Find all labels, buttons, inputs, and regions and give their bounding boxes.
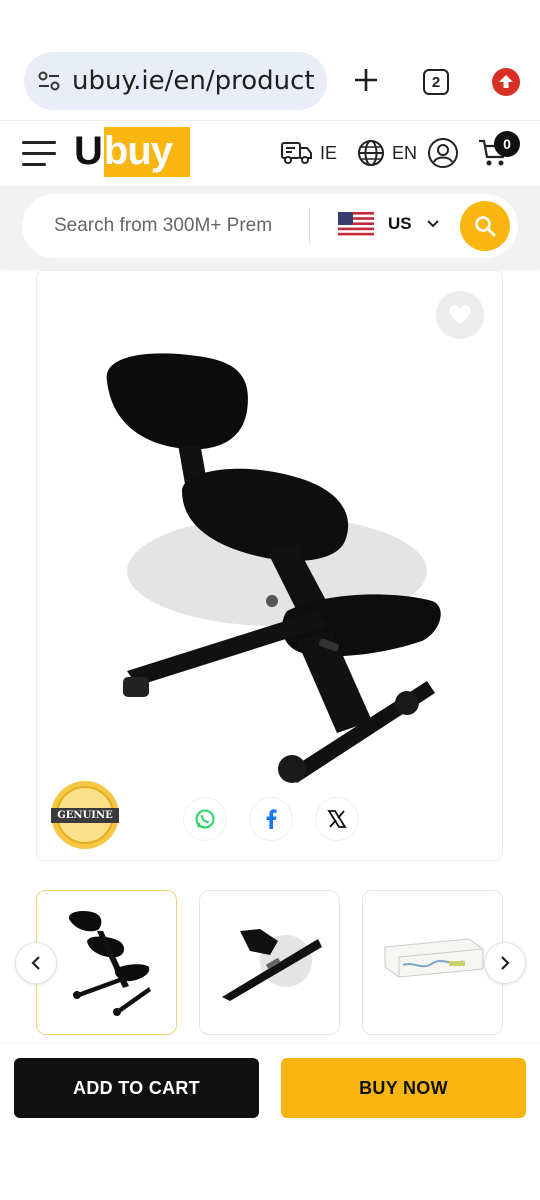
status-bar-area — [0, 0, 540, 44]
share-facebook-button[interactable] — [249, 797, 293, 841]
account-user-icon[interactable] — [427, 137, 459, 169]
new-tab-plus-icon[interactable] — [350, 64, 382, 96]
chevron-down-icon — [426, 220, 439, 228]
tab-count: 2 — [431, 73, 441, 91]
shipping-country-code: IE — [320, 142, 338, 163]
us-flag-icon — [338, 212, 374, 236]
shipping-country-selector[interactable]: IE — [280, 137, 337, 169]
address-bar[interactable]: ubuy.ie/en/product — [24, 52, 327, 110]
search-input[interactable] — [54, 215, 304, 237]
logo-buy: buy — [103, 129, 173, 173]
carousel-next-button[interactable] — [484, 942, 526, 984]
update-icon[interactable] — [492, 68, 520, 96]
product-image-card: GENUINE — [36, 270, 503, 861]
tabs-button[interactable]: 2 — [423, 69, 449, 95]
x-icon — [327, 810, 347, 828]
thumbnail-chair-front-image — [68, 911, 151, 1016]
whatsapp-icon — [195, 809, 215, 829]
share-x-button[interactable] — [315, 797, 359, 841]
product-image-kneeling-chair[interactable] — [87, 341, 467, 791]
genuine-product-badge: GENUINE — [49, 779, 121, 851]
store-country-code: US — [388, 214, 412, 233]
url-text[interactable]: ubuy.ie/en/product — [72, 66, 315, 96]
search-button[interactable] — [460, 201, 510, 251]
add-to-cart-button[interactable]: ADD TO CART — [14, 1058, 259, 1118]
purchase-action-bar: ADD TO CART BUY NOW — [0, 1043, 540, 1133]
thumbnail-carousel — [0, 890, 540, 1036]
thumbnail-chair-detail-image — [222, 929, 322, 1001]
search-box: US — [22, 194, 518, 258]
browser-toolbar: ubuy.ie/en/product 2 — [0, 44, 540, 120]
search-divider — [309, 208, 310, 244]
genuine-badge-text: GENUINE — [57, 810, 113, 821]
search-icon — [475, 216, 496, 237]
chevron-left-icon — [31, 956, 40, 970]
ubuy-logo[interactable]: U buy — [74, 127, 190, 177]
buy-now-button[interactable]: BUY NOW — [281, 1058, 526, 1118]
share-whatsapp-button[interactable] — [183, 797, 227, 841]
thumbnail-2[interactable] — [199, 890, 340, 1035]
thumbnail-1[interactable] — [36, 890, 177, 1035]
tune-icon[interactable] — [36, 68, 62, 94]
chevron-right-icon — [501, 956, 510, 970]
heart-icon — [449, 305, 471, 324]
store-country-selector[interactable]: US — [338, 212, 440, 236]
globe-icon — [358, 140, 384, 166]
facebook-icon — [266, 809, 277, 829]
language-selector[interactable]: EN — [356, 137, 417, 169]
logo-u: U — [74, 129, 103, 173]
cart-count-badge: 0 — [494, 131, 520, 157]
search-area: US — [0, 186, 540, 268]
carousel-prev-button[interactable] — [15, 942, 57, 984]
thumbnail-3[interactable] — [362, 890, 503, 1035]
language-code: EN — [392, 142, 418, 163]
logo-buy-box: buy — [103, 127, 190, 177]
hamburger-menu-icon[interactable] — [22, 141, 56, 167]
delivery-truck-icon — [281, 142, 312, 164]
thumbnail-packaging-image — [384, 938, 484, 978]
wishlist-button[interactable] — [436, 291, 484, 339]
site-header: U buy IE EN — [0, 120, 540, 186]
